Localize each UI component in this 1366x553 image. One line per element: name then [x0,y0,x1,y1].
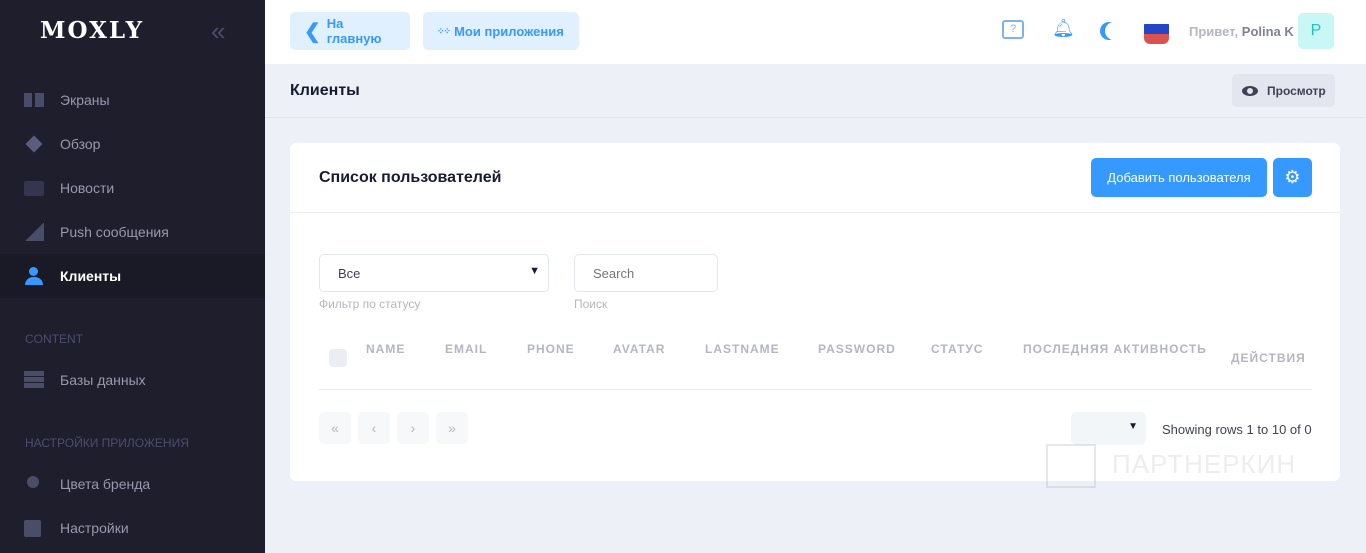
rows-info: Showing rows 1 to 10 of 0 [1162,422,1312,437]
column-header[interactable]: EMAIL [445,342,487,356]
preview-button[interactable]: Просмотр [1232,74,1335,107]
column-header[interactable]: PASSWORD [818,342,896,356]
sidebar-item-label: Базы данных [60,372,146,388]
news-icon [24,180,44,196]
sidebar-item-settings[interactable]: Настройки [0,506,265,550]
section-label: CONTENT [25,332,83,346]
topbar: ❮ На главную ⁘⁘ Мои приложения ? 🔔︎ Привет… [265,0,1366,64]
greeting-text: Привет, [1189,24,1239,39]
watermark-text: ПАРТНЕРКИН [1112,448,1297,479]
next-page-button[interactable]: › [397,412,429,444]
sidebar-item-overview[interactable]: Обзор [0,122,265,166]
page-title: Клиенты [290,82,360,99]
avatar[interactable]: P [1298,13,1334,49]
sidebar-item-label: Настройки [60,520,129,536]
settings-square-icon [24,519,41,537]
user-name: Polina K [1241,24,1294,39]
settings-button[interactable]: ⚙ [1273,158,1312,197]
sidebar-item-label: Push сообщения [60,224,169,240]
user-icon [24,267,44,285]
column-header[interactable]: AVATAR [613,342,665,356]
column-header[interactable]: NAME [366,342,405,356]
sidebar-item-screens[interactable]: Экраны [0,78,265,122]
sidebar-item-label: Экраны [60,92,110,108]
sidebar-item-push[interactable]: Push сообщения [0,210,265,254]
sidebar-item-news[interactable]: Новости [0,166,265,210]
first-page-button[interactable]: « [319,412,351,444]
moon-icon[interactable] [1105,22,1123,40]
sidebar: MOXLY « Экраны Обзор Новости Push сообще… [0,0,265,553]
database-icon [24,371,44,389]
search-label: Поиск [574,297,608,311]
sidebar-item-label: Новости [60,180,115,196]
palette-icon [24,475,44,493]
home-button[interactable]: ❮ На главную [290,12,410,50]
home-label: На главную [326,16,382,46]
screens-icon [24,93,44,107]
eye-icon [1242,85,1258,96]
logo: MOXLY [40,17,145,44]
gear-icon: ⚙ [1284,167,1301,187]
add-user-button[interactable]: Добавить пользователя [1091,158,1267,197]
column-header[interactable]: LASTNAME [705,342,780,356]
column-header[interactable]: СТАТУС [931,342,983,356]
filter-value: Все [338,265,361,281]
select-all-checkbox[interactable] [329,349,347,367]
sidebar-item-databases[interactable]: Базы данных [0,358,265,402]
table-divider [319,389,1312,390]
watermark-chat-icon [1046,444,1096,488]
column-header: ДЕЙСТВИЯ [1231,351,1306,365]
layers-icon [24,135,44,153]
help-chat-icon[interactable]: ? [1002,20,1024,39]
subheader: Клиенты Просмотр [265,64,1366,118]
collapse-sidebar-icon[interactable]: « [211,16,225,47]
my-apps-button[interactable]: ⁘⁘ Мои приложения [423,12,579,50]
chevron-left-icon: ❮ [304,20,321,43]
users-card: Список пользователей Добавить пользовате… [290,143,1340,481]
prev-page-button[interactable]: ‹ [358,412,390,444]
sidebar-item-clients[interactable]: Клиенты [0,254,265,298]
column-header[interactable]: ПОСЛЕДНЯЯ АКТИВНОСТЬ [1023,342,1207,356]
sidebar-item-label: Обзор [60,136,101,152]
grid-icon: ⁘⁘ [437,26,451,36]
filter-label: Фильтр по статусу [319,297,421,311]
stairs-icon [24,223,44,241]
apps-label: Мои приложения [454,23,564,39]
card-title: Список пользователей [319,169,502,186]
sidebar-item-label: Клиенты [60,268,122,284]
watermark: ПАРТНЕРКИН [1046,444,1296,488]
chevron-down-icon: ▼ [1128,421,1138,432]
page-size-select[interactable]: ▼ [1071,412,1146,445]
column-header[interactable]: PHONE [527,342,575,356]
last-page-button[interactable]: » [436,412,468,444]
greeting: Привет, Polina K [1189,24,1294,39]
sidebar-item-brand-colors[interactable]: Цвета бренда [0,462,265,506]
preview-label: Просмотр [1267,83,1326,98]
card-header: Список пользователей Добавить пользовате… [290,143,1340,213]
section-label: НАСТРОЙКИ ПРИЛОЖЕНИЯ [25,436,189,450]
russia-flag-icon[interactable] [1144,22,1169,44]
search-input[interactable] [574,254,718,292]
sidebar-item-label: Цвета бренда [60,476,151,492]
status-filter-select[interactable]: Все ▼ [319,254,549,292]
chevron-down-icon: ▼ [529,265,540,277]
bell-icon[interactable]: 🔔︎ [1052,18,1075,39]
